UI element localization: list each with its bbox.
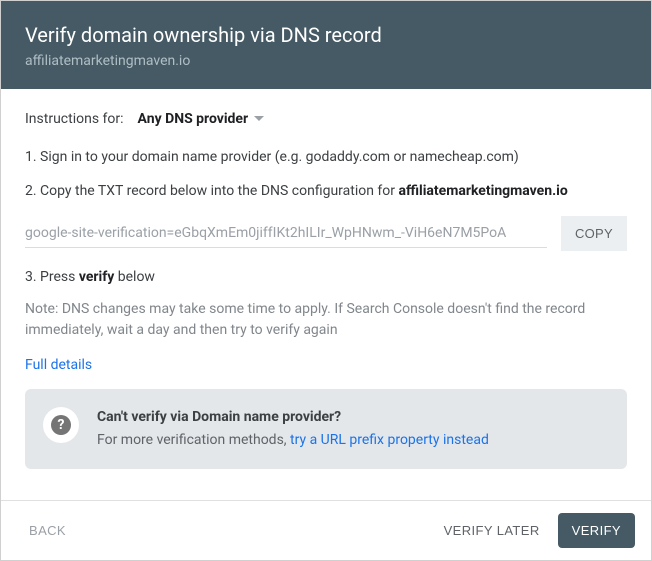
- full-details-link[interactable]: Full details: [25, 357, 92, 373]
- dialog-footer: BACK VERIFY LATER VERIFY: [1, 500, 651, 560]
- dns-note: Note: DNS changes may take some time to …: [25, 299, 627, 341]
- txt-record-input[interactable]: [25, 219, 547, 248]
- copy-button[interactable]: COPY: [561, 216, 627, 251]
- verify-button[interactable]: VERIFY: [558, 513, 635, 548]
- step-1: 1. Sign in to your domain name provider …: [25, 147, 627, 167]
- dialog-title: Verify domain ownership via DNS record: [25, 23, 627, 47]
- dialog-subtitle: affiliatemarketingmaven.io: [25, 53, 627, 69]
- info-title: Can't verify via Domain name provider?: [97, 407, 489, 428]
- verify-domain-dialog: Verify domain ownership via DNS record a…: [0, 0, 652, 561]
- step-2: 2. Copy the TXT record below into the DN…: [25, 181, 627, 201]
- step-2-prefix: 2. Copy the TXT record below into the DN…: [25, 183, 399, 199]
- step-3-prefix: 3. Press: [25, 269, 79, 285]
- info-body-prefix: For more verification methods,: [97, 432, 290, 448]
- txt-record-row: COPY: [25, 216, 627, 251]
- step-3-bold: verify: [79, 269, 114, 285]
- back-button[interactable]: BACK: [17, 513, 78, 548]
- instructions-row: Instructions for: Any DNS provider: [25, 111, 627, 127]
- provider-dropdown[interactable]: Any DNS provider: [138, 111, 265, 127]
- step-2-domain: affiliatemarketingmaven.io: [399, 183, 568, 199]
- step-3: 3. Press verify below: [25, 269, 627, 285]
- instructions-label: Instructions for:: [25, 111, 124, 127]
- verify-later-button[interactable]: VERIFY LATER: [432, 513, 552, 548]
- help-icon: ?: [43, 407, 79, 443]
- chevron-down-icon: [254, 116, 264, 122]
- url-prefix-link[interactable]: try a URL prefix property instead: [290, 432, 489, 448]
- info-box: ? Can't verify via Domain name provider?…: [25, 389, 627, 469]
- provider-selected: Any DNS provider: [138, 111, 249, 127]
- step-3-suffix: below: [114, 269, 155, 285]
- dialog-header: Verify domain ownership via DNS record a…: [1, 1, 651, 89]
- dialog-content: Instructions for: Any DNS provider 1. Si…: [1, 89, 651, 500]
- info-body: For more verification methods, try a URL…: [97, 430, 489, 451]
